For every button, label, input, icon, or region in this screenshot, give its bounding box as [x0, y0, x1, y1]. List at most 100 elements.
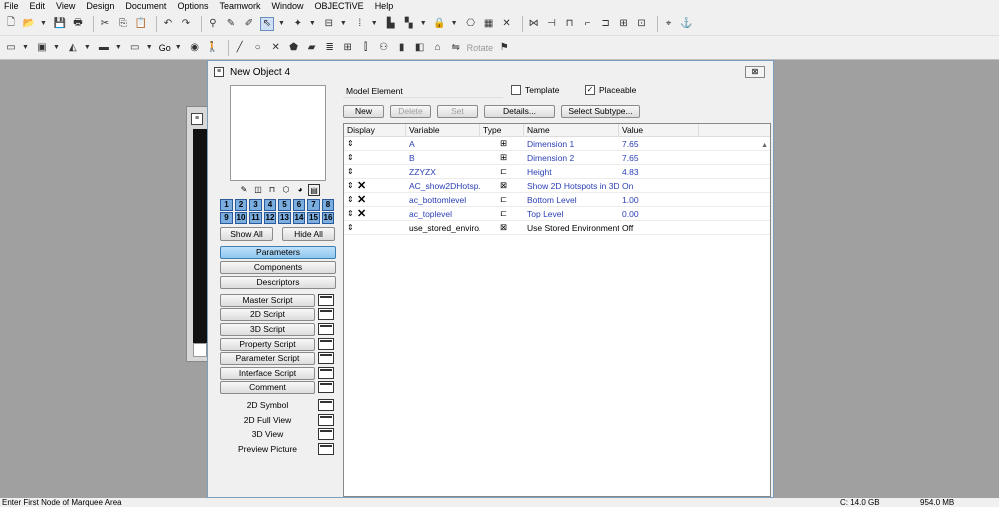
name-cell[interactable]: Bottom Level	[524, 195, 619, 205]
template-checkbox[interactable]: Template	[511, 85, 560, 95]
go-dropdown-icon[interactable]: ▼	[175, 44, 182, 51]
2d-full-view-label[interactable]: 2D Full View	[220, 414, 315, 427]
menu-item[interactable]: Help	[375, 1, 394, 11]
split-icon[interactable]: ⋈	[527, 17, 541, 31]
flag-icon[interactable]: ⚑	[497, 41, 511, 55]
go-button[interactable]: Go	[159, 43, 171, 53]
new-button[interactable]: New	[343, 105, 384, 118]
lock-dropdown-icon[interactable]: ▼	[451, 20, 458, 27]
cross-icon[interactable]: ✕	[500, 17, 514, 31]
column-header[interactable]: Type	[480, 124, 524, 136]
open-window-icon[interactable]	[318, 399, 334, 411]
orbit-icon[interactable]: ◉	[188, 41, 202, 55]
menu-item[interactable]: File	[4, 1, 19, 11]
line-icon[interactable]: ╱	[233, 41, 247, 55]
adjust-icon[interactable]: ⊣	[545, 17, 559, 31]
align-dropdown-icon[interactable]: ▼	[340, 20, 347, 27]
menu-item[interactable]: Design	[86, 1, 114, 11]
table-row[interactable]: ⇕ ✕ ac_toplevel ⊏ Top Level 0.00	[344, 207, 770, 221]
menu-item[interactable]: Window	[271, 1, 303, 11]
window-tool-icon[interactable]: ◧	[413, 41, 427, 55]
plan-view-icon[interactable]: ◫	[252, 184, 264, 196]
image-dropdown-icon[interactable]: ▼	[53, 44, 60, 51]
property-script-button[interactable]: Property Script	[220, 338, 315, 351]
type-cell[interactable]: ⊠	[480, 222, 524, 233]
variable-cell[interactable]: AC_show2DHotsp...	[406, 181, 480, 191]
undo-icon[interactable]: ↶	[161, 17, 175, 31]
rect-dropdown-icon[interactable]: ▼	[22, 44, 29, 51]
type-cell[interactable]: ⊞	[480, 138, 524, 149]
pen-icon[interactable]: ✎	[224, 17, 238, 31]
scroll-up-icon[interactable]: ▲	[761, 142, 768, 149]
template-checkbox-box[interactable]	[511, 85, 521, 95]
brush-icon[interactable]: ✐	[242, 17, 256, 31]
parameter-group-button[interactable]: 6	[292, 199, 306, 211]
menu-item[interactable]: Document	[125, 1, 166, 11]
terrain-icon[interactable]: ◭	[66, 41, 80, 55]
parameter-group-button[interactable]: 7	[307, 199, 320, 211]
grid-icon[interactable]: ⁞	[353, 17, 367, 31]
parameter-group-button[interactable]: 8	[321, 199, 335, 211]
terrain-dropdown-icon[interactable]: ▼	[84, 44, 91, 51]
eyedropper-icon[interactable]: ⚲	[206, 17, 220, 31]
table-row[interactable]: ⇕ ZZYZX ⊏ Height 4.83	[344, 165, 770, 179]
paste-icon[interactable]: 📋	[134, 17, 148, 31]
menu-item[interactable]: View	[56, 1, 75, 11]
type-cell[interactable]: ⊏	[480, 208, 524, 219]
menu-item[interactable]: Teamwork	[219, 1, 260, 11]
group-icon[interactable]: ▚	[402, 17, 416, 31]
layers-icon[interactable]: ⎔	[464, 17, 478, 31]
select-subtype-button[interactable]: Select Subtype...	[561, 105, 640, 118]
reorder-handle-icon[interactable]: ⇕	[347, 223, 354, 232]
save-icon[interactable]: 💾	[53, 17, 67, 31]
table-row[interactable]: ⇕ B ⊞ Dimension 2 7.65	[344, 151, 770, 165]
comment-button[interactable]: Comment	[220, 381, 315, 394]
crosshair-icon[interactable]: ⌖	[662, 17, 676, 31]
box-icon[interactable]: ▬	[97, 41, 111, 55]
reorder-handle-icon[interactable]: ⇕	[347, 139, 354, 148]
type-cell[interactable]: ⊞	[480, 152, 524, 163]
pin-icon[interactable]: ⚓	[680, 17, 694, 31]
table-icon[interactable]: ▦	[482, 17, 496, 31]
redo-icon[interactable]: ↷	[179, 17, 193, 31]
parameter-group-button[interactable]: 15	[307, 212, 320, 224]
box-dropdown-icon[interactable]: ▼	[115, 44, 122, 51]
menu-item[interactable]: OBJECTiVE	[315, 1, 364, 11]
rect-tool-icon[interactable]: ▭	[4, 41, 18, 55]
list-view-icon[interactable]: ▤	[308, 184, 320, 196]
3d-view-icon[interactable]: ⬡	[280, 184, 292, 196]
name-cell[interactable]: Top Level	[524, 209, 619, 219]
open-dropdown-icon[interactable]: ▼	[40, 20, 47, 27]
arrow-select-icon[interactable]: ⇖	[259, 16, 274, 31]
placeable-checkbox[interactable]: ✓ Placeable	[585, 85, 636, 95]
open-window-icon[interactable]	[318, 443, 334, 455]
parameter-group-button[interactable]: 2	[234, 199, 248, 211]
preview-picture-label[interactable]: Preview Picture	[220, 443, 315, 456]
intersect-icon[interactable]: ⊓	[563, 17, 577, 31]
reorder-handle-icon[interactable]: ⇕	[347, 167, 354, 176]
parameter-group-button[interactable]: 4	[263, 199, 277, 211]
value-cell[interactable]: 7.65	[619, 153, 699, 163]
master-script-button[interactable]: Master Script	[220, 294, 315, 307]
explode-icon[interactable]: ⊞	[617, 17, 631, 31]
parameter-group-button[interactable]: 14	[292, 212, 306, 224]
column-header[interactable]: Display	[344, 124, 406, 136]
value-cell[interactable]: 7.65	[619, 139, 699, 149]
show-all-button[interactable]: Show All	[220, 227, 273, 241]
copy-icon[interactable]: ⎘	[116, 17, 130, 31]
cut-icon[interactable]: ✂	[98, 17, 112, 31]
merge-icon[interactable]: ⊡	[635, 17, 649, 31]
parameter-group-button[interactable]: 10	[234, 212, 248, 224]
type-cell[interactable]: ⊏	[480, 194, 524, 205]
rotate-button[interactable]: Rotate	[467, 43, 494, 53]
open-window-icon[interactable]	[318, 338, 334, 350]
menu-item[interactable]: Edit	[30, 1, 46, 11]
variable-cell[interactable]: use_stored_enviro...	[406, 223, 480, 233]
lock-icon[interactable]: 🔒	[433, 17, 447, 31]
components-button[interactable]: Components	[220, 261, 336, 274]
open-window-icon[interactable]	[318, 428, 334, 440]
close-button[interactable]: ⊠	[745, 66, 765, 78]
arrow-dropdown-icon[interactable]: ▼	[278, 20, 285, 27]
group-dropdown-icon[interactable]: ▼	[420, 20, 427, 27]
descriptors-button[interactable]: Descriptors	[220, 276, 336, 289]
